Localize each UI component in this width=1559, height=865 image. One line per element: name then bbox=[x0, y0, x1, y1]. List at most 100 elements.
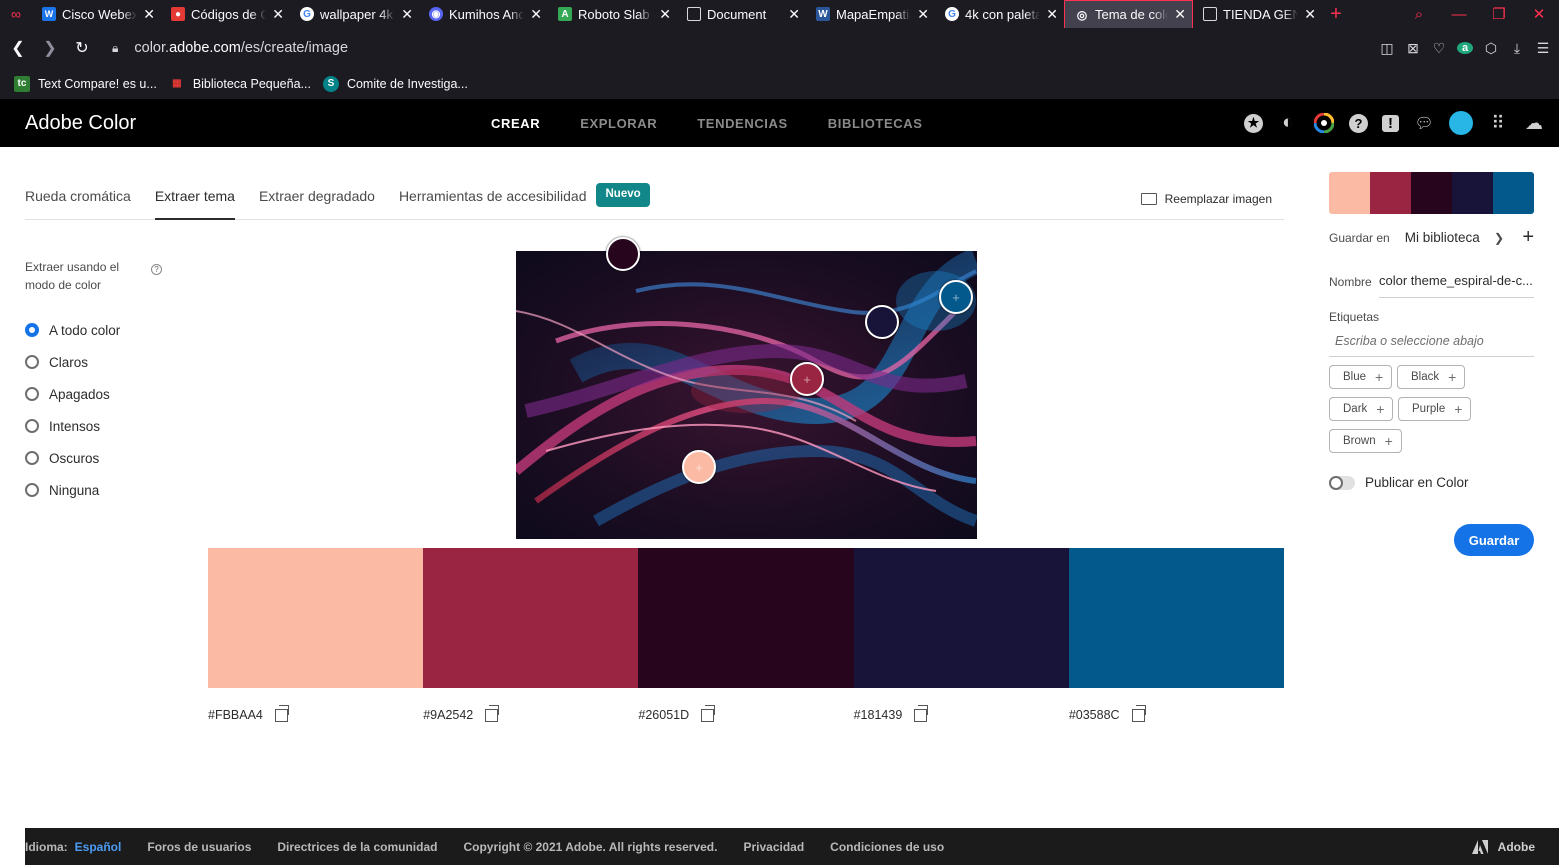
color-picker-handle[interactable]: + bbox=[682, 450, 716, 484]
radio-button[interactable] bbox=[25, 483, 39, 497]
theme-name-input[interactable]: color theme_espiral-de-c... bbox=[1379, 270, 1534, 298]
tab-extract-gradient[interactable]: Extraer degradado bbox=[259, 180, 375, 220]
bookmark-item[interactable]: tc Text Compare! es u... bbox=[14, 75, 157, 92]
browser-tab[interactable]: W MapaEmpatia. ✕ bbox=[806, 0, 935, 28]
radio-button[interactable] bbox=[25, 387, 39, 401]
hex-value[interactable]: #03588C bbox=[1069, 708, 1120, 722]
copy-icon[interactable] bbox=[274, 704, 289, 722]
close-icon[interactable]: ✕ bbox=[659, 6, 671, 23]
help-icon[interactable]: ? bbox=[1349, 113, 1368, 133]
color-picker-handle[interactable]: + bbox=[790, 362, 824, 396]
close-icon[interactable]: ✕ bbox=[788, 6, 800, 23]
close-icon[interactable]: ✕ bbox=[401, 6, 413, 23]
browser-tab[interactable]: ● Códigos de Co ✕ bbox=[161, 0, 290, 28]
browser-tab[interactable]: Document ✕ bbox=[677, 0, 806, 28]
color-picker-handle[interactable]: + bbox=[939, 280, 973, 314]
radio-full-color[interactable]: A todo color bbox=[25, 314, 175, 346]
url-bar[interactable]: 🔒︎ color.adobe.com/es/create/image bbox=[112, 40, 348, 56]
app-logo[interactable]: Adobe Color bbox=[25, 112, 136, 135]
tab-accessibility-tools[interactable]: Herramientas de accesibilidad bbox=[399, 180, 587, 220]
color-picker-handle[interactable] bbox=[865, 305, 899, 339]
radio-muted[interactable]: Apagados bbox=[25, 378, 175, 410]
avatar[interactable] bbox=[1449, 111, 1473, 135]
swatch[interactable] bbox=[208, 548, 424, 688]
color-picker-handle[interactable] bbox=[606, 237, 640, 271]
save-button[interactable]: Guardar bbox=[1454, 524, 1534, 556]
close-icon[interactable]: ✕ bbox=[917, 6, 929, 23]
minimize-icon[interactable]: — bbox=[1439, 6, 1479, 23]
search-tabs-icon[interactable]: ⌕ bbox=[1399, 6, 1439, 23]
tracking-protection-icon[interactable]: ⊠ bbox=[1405, 40, 1421, 57]
lock-icon[interactable]: 🔒︎ bbox=[112, 41, 118, 56]
color-wheel-icon[interactable] bbox=[1313, 112, 1335, 134]
close-icon[interactable]: ✕ bbox=[143, 6, 155, 23]
tab-color-wheel[interactable]: Rueda cromática bbox=[25, 180, 131, 220]
swatch[interactable] bbox=[1068, 548, 1285, 688]
hex-value[interactable]: #FBBAA4 bbox=[208, 708, 263, 722]
forward-icon[interactable]: ❯ bbox=[34, 38, 66, 58]
radio-button[interactable] bbox=[25, 451, 39, 465]
bookmark-item[interactable]: S Comite de Investiga... bbox=[322, 75, 468, 92]
radio-button[interactable] bbox=[25, 355, 39, 369]
browser-tab[interactable]: W Cisco Webex M ✕ bbox=[32, 0, 161, 28]
replace-image-button[interactable]: Reemplazar imagen bbox=[1140, 192, 1272, 206]
swatch[interactable] bbox=[638, 548, 854, 688]
swatch[interactable] bbox=[423, 548, 639, 688]
hex-value[interactable]: #9A2542 bbox=[423, 708, 473, 722]
publish-toggle[interactable] bbox=[1329, 476, 1355, 490]
tag-purple[interactable]: Purple + bbox=[1398, 397, 1472, 421]
radio-none[interactable]: Ninguna bbox=[25, 474, 175, 506]
heart-icon[interactable]: ♡ bbox=[1431, 40, 1447, 57]
tag-blue[interactable]: Blue + bbox=[1329, 365, 1393, 389]
extension-a-icon[interactable]: a bbox=[1457, 42, 1473, 54]
source-image[interactable] bbox=[516, 251, 977, 539]
screenshot-icon[interactable]: ◫ bbox=[1379, 40, 1395, 57]
reload-icon[interactable]: ↻ bbox=[66, 38, 98, 58]
copy-icon[interactable] bbox=[1131, 704, 1146, 722]
nav-create[interactable]: CREAR bbox=[491, 116, 540, 131]
apps-grid-icon[interactable]: ⠿ bbox=[1487, 112, 1509, 134]
chevron-down-icon[interactable]: ❯ bbox=[1494, 231, 1504, 245]
restore-icon[interactable]: ❐ bbox=[1479, 5, 1519, 23]
close-window-icon[interactable]: ✕ bbox=[1519, 5, 1559, 23]
swatch[interactable] bbox=[853, 548, 1069, 688]
creative-cloud-icon[interactable]: ☁︎ bbox=[1523, 112, 1545, 134]
nav-libraries[interactable]: BIBLIOTECAS bbox=[828, 116, 923, 131]
footer-link-privacy[interactable]: Privacidad bbox=[743, 840, 804, 854]
add-library-icon[interactable]: + bbox=[1522, 226, 1534, 249]
nav-explore[interactable]: EXPLORAR bbox=[580, 116, 657, 131]
help-icon[interactable]: ? bbox=[151, 264, 162, 275]
contrast-icon[interactable]: ◐ bbox=[1277, 112, 1299, 134]
copy-icon[interactable] bbox=[485, 704, 500, 722]
bookmark-item[interactable]: ▦ Biblioteca Pequeña... bbox=[169, 76, 311, 92]
tag-black[interactable]: Black + bbox=[1397, 365, 1466, 389]
browser-tab[interactable]: G 4k con paleta ✕ bbox=[935, 0, 1064, 28]
menu-icon[interactable]: ☰ bbox=[1535, 40, 1551, 57]
copy-icon[interactable] bbox=[914, 704, 929, 722]
radio-button[interactable] bbox=[25, 419, 39, 433]
language-select[interactable]: Español bbox=[75, 840, 122, 854]
close-icon[interactable]: ✕ bbox=[1046, 6, 1058, 23]
browser-tab-active[interactable]: ◎ Tema de color ✕ bbox=[1064, 0, 1193, 28]
star-icon[interactable]: ★ bbox=[1244, 113, 1263, 133]
firefox-view-icon[interactable]: ∞ bbox=[0, 0, 32, 28]
hex-value[interactable]: #181439 bbox=[854, 708, 903, 722]
tag-brown[interactable]: Brown + bbox=[1329, 429, 1402, 453]
radio-light[interactable]: Claros bbox=[25, 346, 175, 378]
tag-dark[interactable]: Dark + bbox=[1329, 397, 1394, 421]
radio-button[interactable] bbox=[25, 323, 39, 337]
browser-tab[interactable]: ◉ Kumihos Ance ✕ bbox=[419, 0, 548, 28]
close-icon[interactable]: ✕ bbox=[530, 6, 542, 23]
copy-icon[interactable] bbox=[701, 704, 716, 722]
footer-link-terms[interactable]: Condiciones de uso bbox=[830, 840, 944, 854]
download-icon[interactable]: ⤓ bbox=[1509, 40, 1525, 57]
close-icon[interactable]: ✕ bbox=[1304, 6, 1316, 23]
extension-cube-icon[interactable]: ⬡ bbox=[1483, 40, 1499, 57]
radio-intense[interactable]: Intensos bbox=[25, 410, 175, 442]
radio-dark[interactable]: Oscuros bbox=[25, 442, 175, 474]
tags-input[interactable]: Escriba o seleccione abajo bbox=[1329, 329, 1534, 357]
hex-value[interactable]: #26051D bbox=[638, 708, 689, 722]
adobe-brand[interactable]: Adobe bbox=[1471, 828, 1535, 865]
new-tab-icon[interactable]: + bbox=[1322, 3, 1350, 26]
tab-extract-theme[interactable]: Extraer tema bbox=[154, 180, 235, 220]
